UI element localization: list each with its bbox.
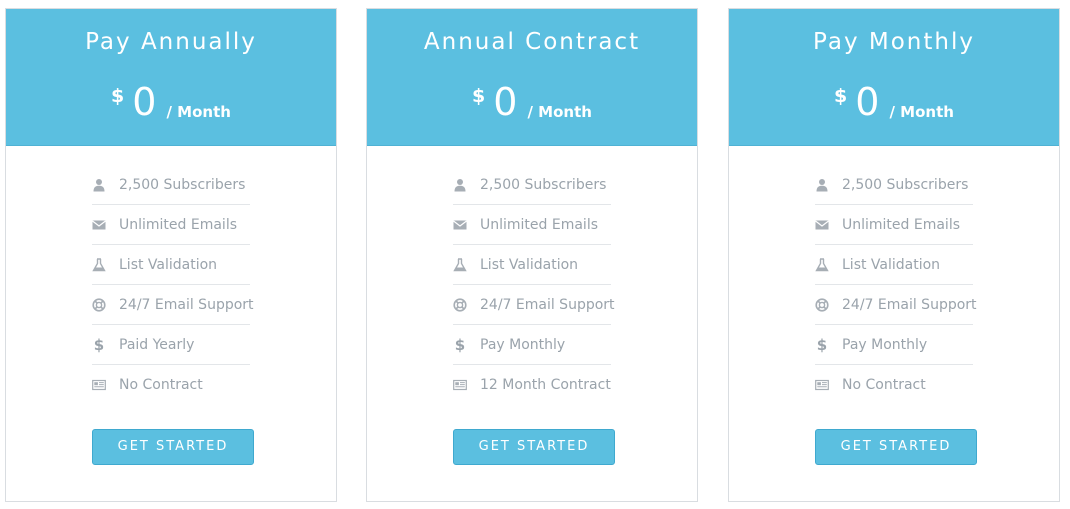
feature-emails: Unlimited Emails: [92, 205, 250, 245]
feature-subscribers: 2,500 Subscribers: [815, 165, 973, 205]
feature-contract: No Contract: [815, 365, 973, 404]
feature-list: 2,500 Subscribers Unlimited Emails List …: [453, 165, 615, 404]
plan-title: Annual Contract: [423, 29, 641, 55]
feature-list: 2,500 Subscribers Unlimited Emails List …: [815, 165, 977, 404]
envelope-icon: [815, 218, 829, 232]
feature-validation: List Validation: [815, 245, 973, 285]
card-header: Pay Monthly $0 / Month: [729, 9, 1059, 146]
feature-label: Unlimited Emails: [480, 216, 599, 233]
currency-symbol: $: [472, 85, 486, 107]
feature-label: 2,500 Subscribers: [842, 176, 969, 193]
feature-label: No Contract: [119, 376, 203, 393]
user-icon: [453, 178, 467, 192]
feature-support: 24/7 Email Support: [453, 285, 615, 325]
feature-label: Pay Monthly: [842, 336, 928, 353]
feature-support: 24/7 Email Support: [92, 285, 254, 325]
feature-label: List Validation: [480, 256, 579, 273]
get-started-button[interactable]: GET STARTED: [92, 429, 254, 465]
pricing-card-pay-annually: Pay Annually $0 / Month 2,500 Subscribers…: [5, 8, 337, 502]
get-started-button[interactable]: GET STARTED: [815, 429, 977, 465]
feature-label: Unlimited Emails: [842, 216, 961, 233]
pricing-plans: Pay Annually $0 / Month 2,500 Subscribers…: [0, 0, 1070, 509]
feature-label: 12 Month Contract: [480, 376, 611, 393]
user-icon: [92, 178, 106, 192]
feature-label: 24/7 Email Support: [119, 296, 254, 313]
currency-symbol: $: [111, 85, 125, 107]
feature-list: 2,500 Subscribers Unlimited Emails List …: [92, 165, 254, 404]
flask-icon: [815, 257, 829, 272]
currency-symbol: $: [834, 85, 848, 107]
feature-label: List Validation: [119, 256, 218, 273]
envelope-icon: [453, 218, 467, 232]
feature-subscribers: 2,500 Subscribers: [92, 165, 250, 205]
feature-billing: $ Pay Monthly: [453, 325, 611, 365]
user-icon: [815, 178, 829, 192]
feature-subscribers: 2,500 Subscribers: [453, 165, 611, 205]
lifebuoy-icon: [92, 297, 106, 312]
price-amount: 0: [493, 80, 518, 124]
feature-label: Pay Monthly: [480, 336, 566, 353]
dollar-icon: $: [816, 335, 828, 354]
flask-icon: [453, 257, 467, 272]
flask-icon: [92, 257, 106, 272]
card-header: Annual Contract $0 / Month: [367, 9, 697, 146]
dollar-icon: $: [93, 335, 105, 354]
price: $0 / Month: [729, 80, 1059, 129]
feature-contract: 12 Month Contract: [453, 365, 611, 404]
feature-label: List Validation: [842, 256, 941, 273]
envelope-icon: [92, 218, 106, 232]
feature-contract: No Contract: [92, 365, 250, 404]
newspaper-icon: [815, 378, 829, 392]
feature-billing: $ Paid Yearly: [92, 325, 250, 365]
feature-validation: List Validation: [92, 245, 250, 285]
newspaper-icon: [453, 378, 467, 392]
card-header: Pay Annually $0 / Month: [6, 9, 336, 146]
feature-support: 24/7 Email Support: [815, 285, 977, 325]
plan-title: Pay Annually: [85, 29, 257, 55]
feature-label: 24/7 Email Support: [842, 296, 977, 313]
feature-label: 2,500 Subscribers: [119, 176, 246, 193]
feature-emails: Unlimited Emails: [453, 205, 611, 245]
price-amount: 0: [855, 80, 880, 124]
pricing-card-pay-monthly: Pay Monthly $0 / Month 2,500 Subscribers …: [728, 8, 1060, 502]
feature-billing: $ Pay Monthly: [815, 325, 973, 365]
feature-label: 2,500 Subscribers: [480, 176, 607, 193]
feature-label: 24/7 Email Support: [480, 296, 615, 313]
dollar-icon: $: [454, 335, 466, 354]
plan-title: Pay Monthly: [813, 29, 975, 55]
feature-emails: Unlimited Emails: [815, 205, 973, 245]
price: $0 / Month: [6, 80, 336, 129]
get-started-button[interactable]: GET STARTED: [453, 429, 615, 465]
price-amount: 0: [132, 80, 157, 124]
feature-label: No Contract: [842, 376, 926, 393]
price-period: / Month: [889, 103, 954, 121]
pricing-card-annual-contract: Annual Contract $0 / Month 2,500 Subscrib…: [366, 8, 698, 502]
lifebuoy-icon: [453, 297, 467, 312]
price-period: / Month: [166, 103, 231, 121]
newspaper-icon: [92, 378, 106, 392]
feature-label: Paid Yearly: [119, 336, 195, 353]
price: $0 / Month: [367, 80, 697, 129]
feature-validation: List Validation: [453, 245, 611, 285]
lifebuoy-icon: [815, 297, 829, 312]
feature-label: Unlimited Emails: [119, 216, 238, 233]
price-period: / Month: [527, 103, 592, 121]
